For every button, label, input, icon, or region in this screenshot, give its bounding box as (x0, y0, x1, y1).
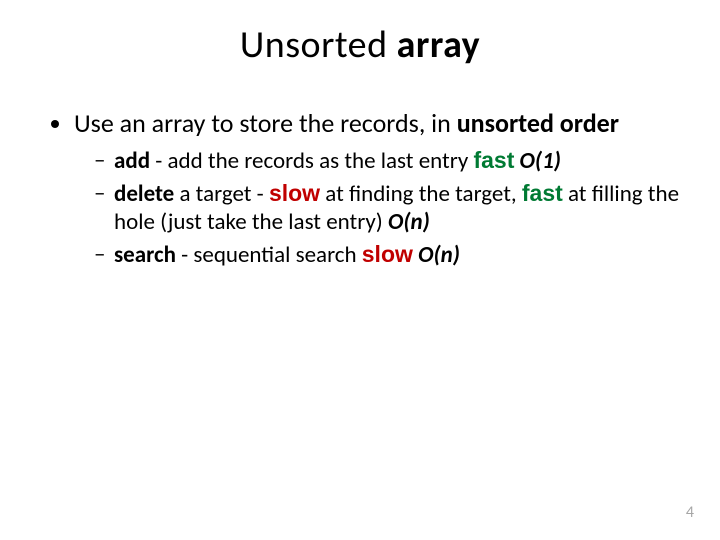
sub-list: add - add the records as the last entry … (74, 146, 680, 269)
sub-item-delete: delete a target - slow at finding the ta… (94, 179, 680, 236)
add-text: - add the records as the last entry (150, 147, 473, 175)
slide-body: Use an array to store the records, in un… (0, 68, 720, 269)
search-complexity: O(n) (413, 241, 460, 269)
slide: Unsorted array Use an array to store the… (0, 0, 720, 540)
slow-tag: slow (362, 241, 413, 267)
sub-item-add: add - add the records as the last entry … (94, 146, 680, 175)
bullet-text: Use an array to store the records, in (74, 107, 457, 139)
slide-title: Unsorted array (0, 0, 720, 68)
title-word-2: array (397, 22, 481, 68)
bullet-item: Use an array to store the records, in un… (74, 108, 680, 269)
add-complexity: O(1) (514, 147, 561, 175)
delete-complexity: O(n) (388, 208, 430, 236)
delete-text-1: a target - (174, 180, 269, 208)
search-label: search (114, 241, 176, 269)
fast-tag: fast (473, 147, 514, 173)
title-word-1: Unsorted (240, 22, 397, 68)
add-label: add (114, 147, 150, 175)
page-number: 4 (686, 503, 694, 522)
bullet-bold: unsorted order (457, 107, 619, 139)
sub-item-search: search - sequential search slow O(n) (94, 240, 680, 269)
fast-tag: fast (522, 180, 563, 206)
bullet-list: Use an array to store the records, in un… (40, 108, 680, 269)
delete-text-2: at finding the target, (320, 180, 522, 208)
slow-tag: slow (269, 180, 320, 206)
delete-label: delete (114, 180, 174, 208)
search-text: - sequential search (176, 241, 362, 269)
